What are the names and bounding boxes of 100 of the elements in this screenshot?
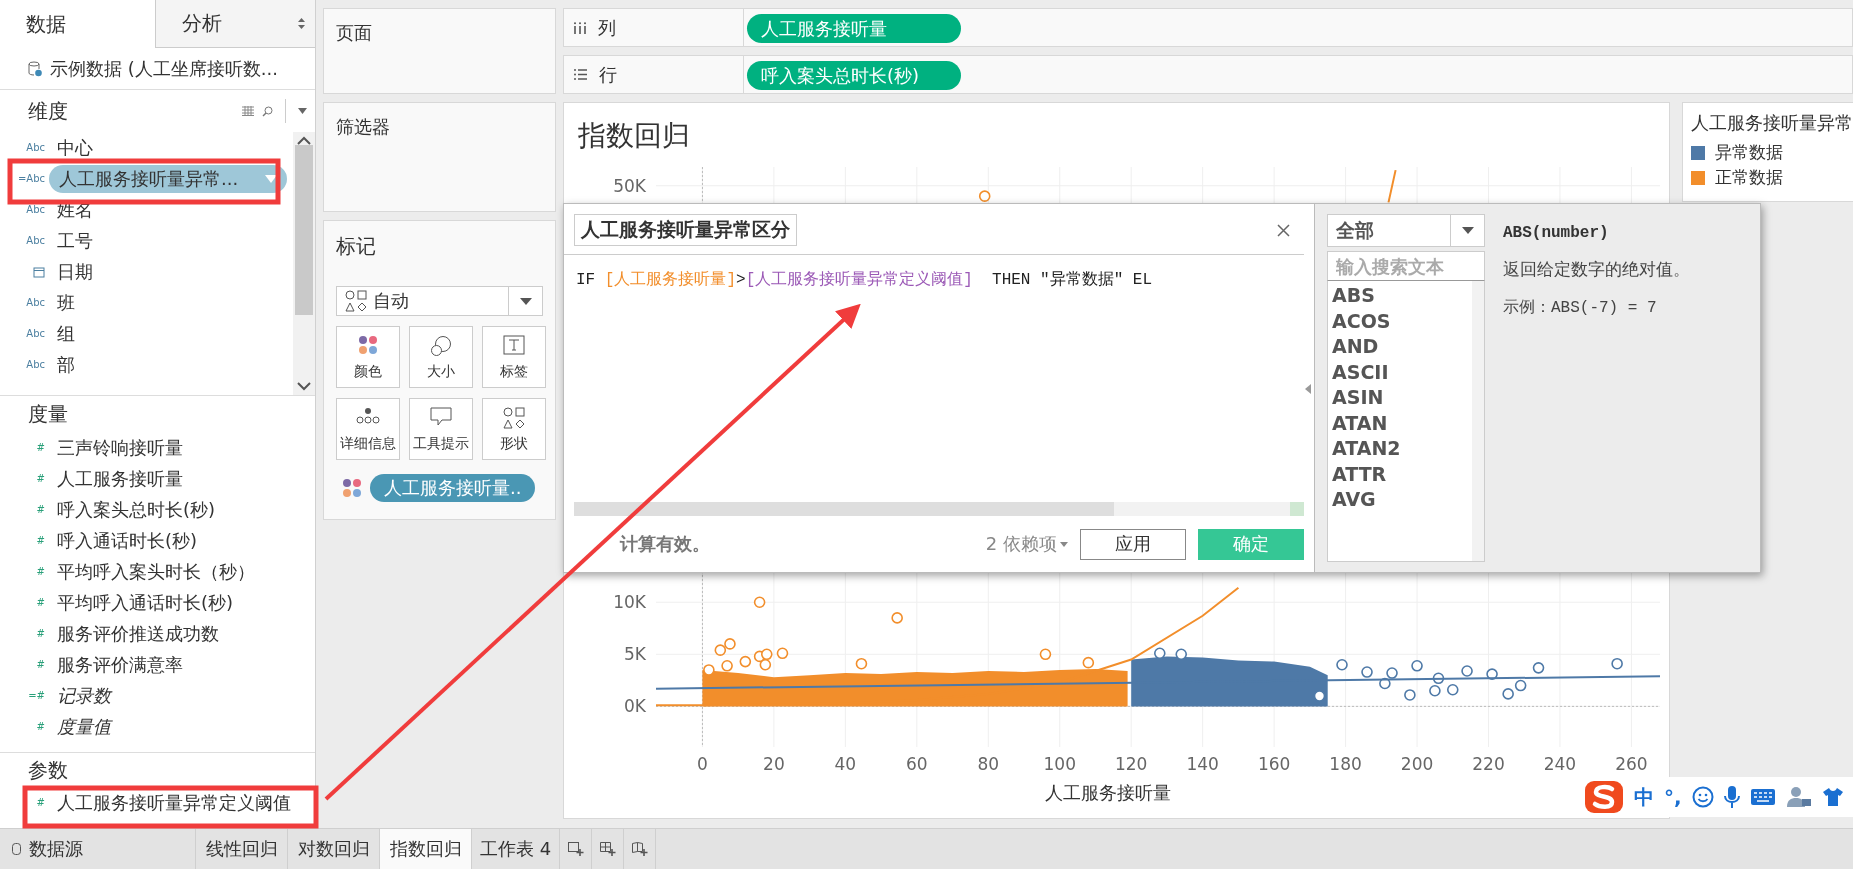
- grid-view-icon[interactable]: [242, 106, 254, 116]
- category-select[interactable]: 全部: [1327, 214, 1485, 247]
- type-label: =Abc: [17, 173, 45, 184]
- data-point: [1432, 672, 1445, 685]
- type-label: #: [36, 504, 45, 515]
- mark-button[interactable]: 形状: [482, 398, 546, 460]
- field-name[interactable]: 平均呼入案头时长（秒）: [57, 559, 255, 584]
- size-circles-icon: [430, 335, 452, 357]
- data-source-name[interactable]: 示例数据 (人工坐席接听数...: [50, 56, 278, 81]
- data-point: [1446, 683, 1459, 696]
- function-item[interactable]: ACOS: [1332, 308, 1472, 334]
- calculation-name-field[interactable]: 人工服务接听量异常区分: [574, 214, 797, 246]
- text-label-icon: [503, 335, 525, 355]
- data-point: [703, 664, 715, 676]
- keyboard-icon[interactable]: [1749, 788, 1776, 806]
- shirt-icon[interactable]: [1821, 787, 1844, 807]
- scrollbar[interactable]: [574, 502, 1304, 516]
- microphone-icon[interactable]: [1723, 785, 1740, 809]
- function-item[interactable]: ATAN: [1332, 410, 1472, 436]
- field-name[interactable]: 班: [57, 290, 75, 315]
- field-name[interactable]: 平均呼入通话时长(秒): [57, 590, 234, 615]
- type-label: #: [36, 473, 45, 484]
- mark-button[interactable]: 详细信息: [336, 398, 400, 460]
- scroll-up-icon[interactable]: [297, 136, 311, 145]
- data-point: [1411, 660, 1423, 672]
- function-item[interactable]: AVG: [1332, 487, 1472, 513]
- collapse-icon[interactable]: [1305, 384, 1311, 394]
- database-icon: [28, 60, 42, 77]
- function-item[interactable]: AND: [1332, 334, 1472, 360]
- data-point: [724, 638, 736, 650]
- data-point: [739, 655, 752, 668]
- mark-button[interactable]: 大小: [409, 326, 473, 388]
- dependencies-link[interactable]: 2 依赖项: [985, 532, 1068, 556]
- field-name[interactable]: 人工服务接听量异常定义阈值: [57, 790, 291, 815]
- field-name[interactable]: 组: [57, 321, 75, 346]
- function-item[interactable]: ABS: [1332, 283, 1472, 309]
- type-label: #: [36, 797, 45, 808]
- type-label: #: [36, 628, 45, 639]
- panel-tab[interactable]: 分析: [154, 0, 315, 48]
- apply-button[interactable]: 应用: [1080, 528, 1186, 560]
- formula-editor[interactable]: IF [人工服务接听量]>[人工服务接听量异常定义阈值] THEN "异常数据" EL: [564, 255, 1314, 502]
- input-mode-toggle[interactable]: 中: [1634, 783, 1654, 811]
- type-label: #: [36, 535, 45, 546]
- axis-tick-label: 20: [763, 754, 785, 774]
- type-label: #: [36, 442, 45, 453]
- scrollbar[interactable]: [293, 132, 315, 395]
- field-name[interactable]: 记录数: [57, 683, 111, 708]
- data-point: [721, 660, 733, 672]
- field-name[interactable]: 呼入通话时长(秒): [57, 528, 198, 553]
- type-label: =#: [28, 690, 45, 701]
- field-name[interactable]: 度量值: [57, 714, 111, 739]
- logo-icon[interactable]: [1584, 780, 1624, 814]
- punctuation-toggle[interactable]: °,: [1664, 785, 1682, 809]
- columns-icon: [574, 21, 586, 34]
- caret-icon: [265, 174, 277, 183]
- field-name[interactable]: 三声铃响接听量: [57, 435, 183, 460]
- mark-type-select[interactable]: 自动: [336, 286, 543, 316]
- search-field[interactable]: 输入搜索文本: [1327, 251, 1485, 281]
- field-name[interactable]: 姓名: [57, 197, 93, 222]
- caret-icon[interactable]: [298, 108, 307, 114]
- field-name[interactable]: 日期: [57, 259, 93, 284]
- updown-icon: [298, 18, 305, 29]
- axis-tick-label: 10K: [613, 592, 646, 613]
- field-name[interactable]: 服务评价推送成功数: [57, 621, 219, 646]
- mark-button[interactable]: 标签: [482, 326, 546, 388]
- axis-tick-label: 200: [1400, 754, 1434, 774]
- function-description: 返回给定数字的绝对值。: [1503, 258, 1690, 281]
- mark-button[interactable]: 工具提示: [409, 398, 473, 460]
- scroll-down-icon[interactable]: [297, 382, 311, 391]
- field-name[interactable]: 工号: [57, 228, 93, 253]
- axis-tick-label: 80: [977, 754, 1000, 774]
- data-point: [1082, 656, 1095, 669]
- field-name[interactable]: 服务评价满意率: [57, 652, 183, 677]
- type-label: Abc: [26, 328, 45, 339]
- function-item[interactable]: ATAN2: [1332, 436, 1472, 462]
- close-icon[interactable]: [1277, 223, 1290, 237]
- axis-tick-label: 180: [1329, 754, 1362, 774]
- data-point: [1532, 662, 1545, 674]
- section-title: 参数: [28, 756, 68, 784]
- mark-button[interactable]: 颜色: [336, 326, 400, 388]
- field-pill[interactable]: 人工服务接听量异常...: [49, 164, 287, 193]
- field-name[interactable]: 人工服务接听量: [57, 466, 183, 491]
- type-label: Abc: [26, 297, 45, 308]
- field-name[interactable]: 部: [57, 352, 75, 377]
- data-point: [753, 596, 766, 609]
- data-point: [759, 658, 772, 671]
- smiley-icon[interactable]: [1691, 786, 1714, 808]
- field-name[interactable]: 中心: [57, 135, 93, 160]
- search-icon[interactable]: [262, 105, 273, 117]
- function-item[interactable]: ASIN: [1332, 385, 1472, 411]
- person-icon[interactable]: [1785, 786, 1812, 808]
- legend-label: 正常数据: [1715, 166, 1783, 189]
- section-title: 度量: [28, 400, 68, 428]
- function-item[interactable]: ASCII: [1332, 359, 1472, 385]
- sheet-tab[interactable]: 指数回归: [380, 829, 472, 869]
- function-item[interactable]: ATTR: [1332, 461, 1472, 487]
- data-point: [1379, 677, 1391, 690]
- field-name[interactable]: 呼入案头总时长(秒): [57, 497, 216, 522]
- function-signature: ABS(number): [1503, 224, 1610, 242]
- data-point: [891, 612, 903, 624]
